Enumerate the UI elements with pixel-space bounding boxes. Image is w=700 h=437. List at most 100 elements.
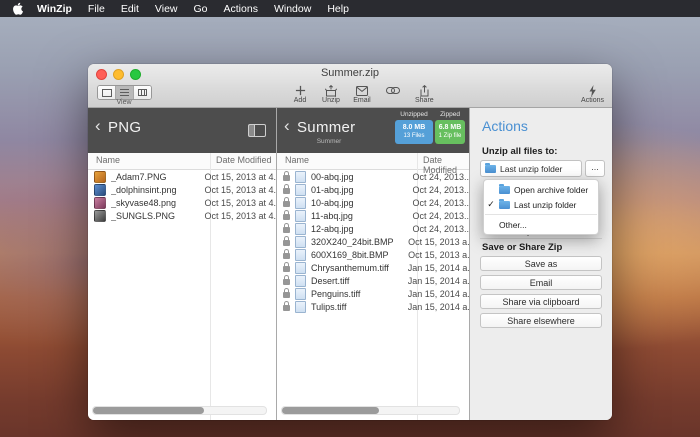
file-row[interactable]: 10-abq.jpgOct 24, 2013... (277, 196, 469, 209)
summer-panel-header: ‹ Summer Summer Unzipped Zipped 8.0 MB 1… (277, 108, 469, 153)
unzipped-stat-label: Unzipped (395, 111, 433, 118)
back-chevron-icon[interactable]: ‹ (95, 116, 101, 136)
back-chevron-icon[interactable]: ‹ (284, 116, 290, 136)
column-header-name[interactable]: Name (96, 155, 120, 165)
file-row[interactable]: 01-abq.jpgOct 24, 2013... (277, 183, 469, 196)
actions-label: Actions (581, 97, 604, 104)
file-row-icons (283, 288, 311, 300)
unzip-to-label: Unzip all files to: (482, 146, 557, 157)
png-panel-title: PNG (108, 119, 141, 136)
lock-icon (283, 175, 290, 181)
file-row-icons (283, 236, 311, 248)
file-name: 320X240_24bit.BMP (311, 237, 408, 247)
file-date: Oct 24, 2013... (412, 172, 469, 182)
column-header-date[interactable]: Date Modified (216, 155, 272, 165)
add-button[interactable]: Add (291, 84, 309, 104)
menu-item-open-archive-folder[interactable]: Open archive folder (484, 182, 598, 197)
file-row[interactable]: 600X169_8bit.BMPOct 15, 2013 a... (277, 248, 469, 261)
view-caption: View (97, 99, 151, 106)
file-name: 11-abq.jpg (311, 211, 412, 221)
apple-menu[interactable] (12, 2, 23, 15)
summer-horizontal-scrollbar[interactable] (281, 406, 460, 415)
share-label: Share (415, 97, 434, 104)
file-row[interactable]: Penguins.tiffJan 15, 2014 a... (277, 287, 469, 300)
unzip-destination-dropdown[interactable]: Last unzip folder (480, 160, 582, 177)
window-title: Summer.zip (88, 67, 612, 79)
file-name: 600X169_8bit.BMP (311, 250, 408, 260)
file-icon (94, 171, 106, 183)
lock-icon (283, 305, 290, 311)
sidebar-toggle-icon[interactable] (248, 124, 266, 137)
file-row[interactable]: Desert.tiffJan 15, 2014 a... (277, 274, 469, 287)
share-button[interactable]: Share (415, 84, 434, 104)
menu-item-other[interactable]: Other... (484, 217, 598, 232)
folder-icon (485, 165, 496, 173)
email-button[interactable]: Email (480, 275, 602, 290)
file-row[interactable]: 00-abq.jpgOct 24, 2013... (277, 170, 469, 183)
unzip-button[interactable]: Unzip (322, 84, 340, 104)
menu-item-winzip[interactable]: WinZip (29, 3, 80, 15)
winzip-window: Summer.zip View Add (88, 64, 612, 420)
png-horizontal-scrollbar[interactable] (92, 406, 267, 415)
file-row[interactable]: _dolphinsint.pngOct 15, 2013 at 4... (88, 183, 276, 196)
add-label: Add (294, 97, 306, 104)
file-row[interactable]: _SUNGLS.PNGOct 15, 2013 at 4... (88, 209, 276, 222)
desktop: WinZipFileEditViewGoActionsWindowHelp Su… (0, 0, 700, 437)
share-buttons: Save as Email Share via clipboard Share els… (480, 256, 602, 328)
share-elsewhere-button[interactable]: Share elsewhere (480, 313, 602, 328)
column-header-name[interactable]: Name (285, 155, 309, 165)
file-row[interactable]: 320X240_24bit.BMPOct 15, 2013 a... (277, 235, 469, 248)
menu-item-file[interactable]: File (80, 3, 113, 15)
file-icon (295, 236, 306, 248)
menu-item-actions[interactable]: Actions (216, 3, 266, 15)
file-row[interactable]: Chrysanthemum.tiffJan 15, 2014 a... (277, 261, 469, 274)
email-label: Email (353, 97, 371, 104)
file-row[interactable]: 12-abq.jpgOct 24, 2013... (277, 222, 469, 235)
scrollbar-thumb[interactable] (93, 407, 204, 414)
file-row-icons (283, 197, 311, 209)
file-date: Jan 15, 2014 a... (408, 276, 469, 286)
menu-item-go[interactable]: Go (186, 3, 216, 15)
column-view-icon (138, 89, 147, 96)
menu-item-last-unzip-folder[interactable]: ✓Last unzip folder (484, 197, 598, 212)
menu-item-view[interactable]: View (147, 3, 186, 15)
file-row[interactable]: Tulips.tiffJan 15, 2014 a... (277, 300, 469, 313)
share-via-clipboard-button[interactable]: Share via clipboard (480, 294, 602, 309)
menu-item-label: Open archive folder (514, 185, 588, 195)
file-icon (94, 184, 106, 196)
summer-panel-title: Summer (297, 119, 355, 136)
file-icon (295, 301, 306, 313)
file-name: Desert.tiff (311, 276, 408, 286)
menu-item-edit[interactable]: Edit (113, 3, 147, 15)
file-row-icons (94, 171, 111, 183)
file-icon (295, 197, 306, 209)
save-as-button[interactable]: Save as (480, 256, 602, 271)
file-row[interactable]: _Adam7.PNGOct 15, 2013 at 4... (88, 170, 276, 183)
scrollbar-thumb[interactable] (282, 407, 379, 414)
lightning-icon (588, 84, 597, 97)
share-icon (419, 84, 430, 97)
file-name: _skyvase48.png (111, 198, 204, 208)
unzip-label: Unzip (322, 97, 340, 104)
actions-toolbar-button[interactable]: Actions (581, 84, 604, 104)
menu-item-help[interactable]: Help (319, 3, 357, 15)
png-file-list: _Adam7.PNGOct 15, 2013 at 4..._dolphinsi… (88, 170, 276, 222)
file-row[interactable]: 11-abq.jpgOct 24, 2013... (277, 209, 469, 222)
file-row-icons (94, 184, 111, 196)
email-button[interactable]: Email (353, 84, 371, 104)
unzip-dropdown-menu: Open archive folder ✓Last unzip folder Oth… (483, 179, 599, 235)
link-button[interactable] (384, 84, 402, 104)
menu-item-label: Other... (499, 220, 527, 230)
actions-panel-title: Actions (482, 118, 528, 134)
file-row-icons (283, 301, 311, 313)
dropdown-more-button[interactable]: ... (585, 160, 605, 177)
view-columns-button[interactable] (134, 86, 151, 99)
lock-icon (283, 227, 290, 233)
view-icons-button[interactable] (98, 86, 116, 99)
view-list-button[interactable] (116, 86, 134, 99)
lock-icon (283, 292, 290, 298)
title-bar[interactable]: Summer.zip (88, 64, 612, 83)
menu-item-window[interactable]: Window (266, 3, 319, 15)
toolbar-center: Add Unzip Email (291, 84, 434, 104)
file-row[interactable]: _skyvase48.pngOct 15, 2013 at 4... (88, 196, 276, 209)
